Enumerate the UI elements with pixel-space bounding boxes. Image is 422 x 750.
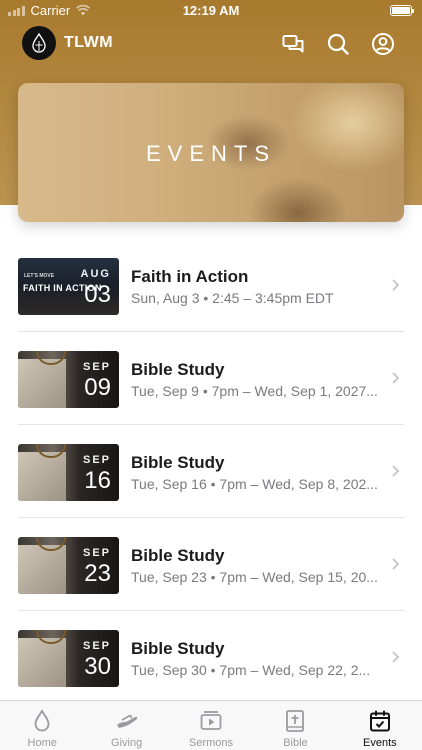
tab-bible[interactable]: Bible: [253, 701, 337, 750]
event-row[interactable]: SEP 23 Bible Study Tue, Sep 23 • 7pm – W…: [0, 519, 422, 611]
tab-giving[interactable]: Giving: [84, 701, 168, 750]
event-title: Faith in Action: [131, 267, 249, 286]
event-day: 09: [84, 374, 111, 401]
tab-bar: Home Giving Sermons Bible Events: [0, 700, 422, 750]
event-thumbnail: SEP 30: [18, 630, 119, 687]
event-row[interactable]: SEP 16 Bible Study Tue, Sep 16 • 7pm – W…: [0, 426, 422, 518]
chevron-right-icon: [392, 465, 400, 477]
event-datetime: Tue, Sep 23 • 7pm – Wed, Sep 15, 20...: [131, 569, 378, 585]
chevron-right-icon: [392, 372, 400, 384]
tab-label: Giving: [111, 737, 143, 749]
event-month: SEP: [82, 547, 111, 559]
chevron-right-icon: [392, 651, 400, 663]
event-month: SEP: [82, 640, 111, 652]
bible-icon: [286, 710, 305, 732]
event-day: 30: [84, 653, 111, 680]
event-day: 16: [84, 467, 111, 494]
flame-logo-icon: [32, 33, 46, 53]
battery-icon: [390, 5, 414, 16]
drop-icon: [34, 709, 50, 732]
tab-sermons[interactable]: Sermons: [169, 701, 253, 750]
event-datetime: Sun, Aug 3 • 2:45 – 3:45pm EDT: [131, 290, 334, 306]
event-month: AUG: [80, 268, 111, 280]
profile-icon[interactable]: [371, 32, 395, 56]
row-divider: [18, 331, 404, 332]
tab-events[interactable]: Events: [338, 701, 422, 750]
event-day: 03: [84, 281, 111, 308]
chevron-right-icon: [392, 558, 400, 570]
event-day: 23: [84, 560, 111, 587]
banner-title: EVENTS: [145, 141, 277, 166]
church-logo[interactable]: [22, 26, 56, 60]
event-row[interactable]: SEP 30 Bible Study Tue, Sep 30 • 7pm – W…: [0, 612, 422, 704]
event-thumbnail: LET'S MOVE FAITH IN ACTION AUG 03: [18, 258, 119, 315]
event-title: Bible Study: [131, 360, 225, 379]
thumbnail-caption: LET'S MOVE: [24, 273, 55, 279]
row-divider: [18, 610, 404, 611]
brand-name: TLWM: [64, 34, 114, 51]
event-datetime: Tue, Sep 30 • 7pm – Wed, Sep 22, 2...: [131, 662, 371, 678]
event-thumbnail: SEP 16: [18, 444, 119, 501]
tab-label: Events: [363, 737, 397, 749]
event-thumbnail: SEP 09: [18, 351, 119, 408]
search-icon[interactable]: [326, 32, 350, 56]
play-icon: [200, 711, 222, 730]
tab-label: Sermons: [189, 737, 234, 749]
messages-icon[interactable]: [281, 32, 305, 56]
event-row[interactable]: SEP 09 Bible Study Tue, Sep 9 • 7pm – We…: [0, 333, 422, 425]
event-month: SEP: [82, 454, 111, 466]
status-time: 12:19 AM: [182, 3, 240, 18]
tab-label: Home: [27, 737, 57, 749]
hands-icon: [116, 714, 137, 728]
row-divider: [18, 424, 404, 425]
event-datetime: Tue, Sep 9 • 7pm – Wed, Sep 1, 2027...: [131, 383, 378, 399]
tab-label: Bible: [283, 737, 308, 749]
status-bar: Carrier 12:19 AM: [0, 0, 422, 22]
calendar-icon: [369, 710, 390, 732]
event-datetime: Tue, Sep 16 • 7pm – Wed, Sep 8, 202...: [131, 476, 378, 492]
top-nav: TLWM: [0, 26, 422, 62]
event-title: Bible Study: [131, 453, 225, 472]
chevron-right-icon: [392, 279, 400, 291]
event-month: SEP: [82, 361, 111, 373]
tab-home[interactable]: Home: [0, 701, 84, 750]
event-row[interactable]: LET'S MOVE FAITH IN ACTION AUG 03 Faith …: [0, 240, 422, 332]
row-divider: [18, 517, 404, 518]
event-title: Bible Study: [131, 639, 225, 658]
event-title: Bible Study: [131, 546, 225, 565]
event-thumbnail: SEP 23: [18, 537, 119, 594]
events-banner: EVENTS: [18, 83, 404, 222]
